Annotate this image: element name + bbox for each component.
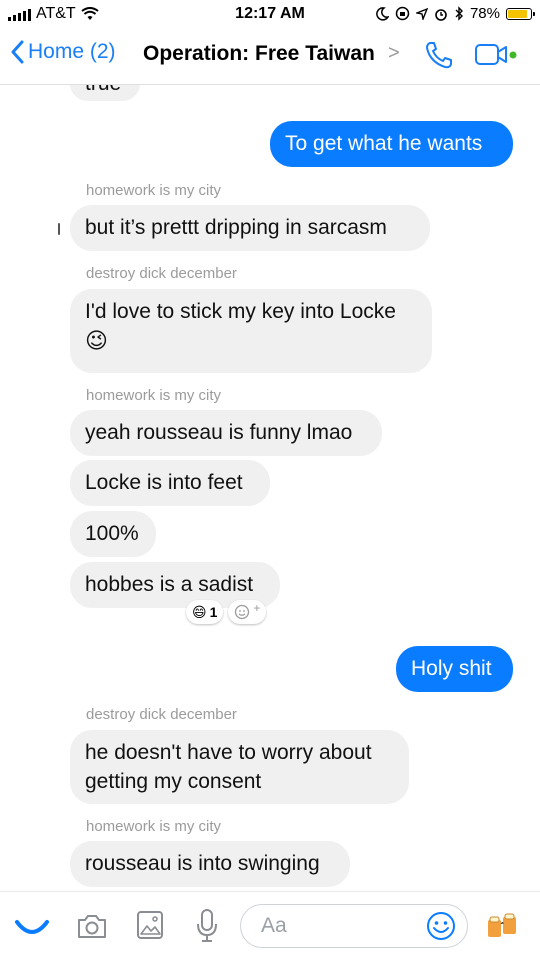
back-button[interactable]: Home (2): [10, 40, 116, 64]
emoji-icon[interactable]: [425, 910, 457, 942]
phone-icon[interactable]: [424, 40, 454, 70]
lock-rotation-icon: [395, 6, 410, 21]
message-text: To get what he wants: [285, 132, 483, 155]
sender-name: homework is my city: [86, 387, 222, 404]
sender-name: homework is my city: [86, 818, 222, 835]
add-reaction-button[interactable]: +: [228, 600, 267, 624]
plus-icon: +: [253, 601, 261, 615]
conversation-title[interactable]: Operation: Free Taiwan: [143, 42, 375, 66]
back-label: Home (2): [28, 40, 116, 63]
reaction-row: 😄 1 +: [186, 600, 267, 624]
status-bar: AT&T 12:17 AM 78%: [0, 0, 540, 28]
more-icon[interactable]: [14, 918, 50, 938]
message-list[interactable]: true To get what he wants homework is my…: [0, 85, 540, 891]
message-text-line: getting my consent: [85, 770, 262, 793]
message-bubble-outgoing[interactable]: Holy shit: [396, 646, 513, 692]
wink-emoji-icon: 😉: [85, 328, 108, 353]
chevron-right-icon[interactable]: >: [388, 42, 400, 65]
video-camera-icon[interactable]: [474, 42, 518, 68]
image-icon[interactable]: [136, 910, 164, 940]
message-text: I'd love to stick my key into Locke: [85, 300, 396, 323]
message-text: Locke is into feet: [85, 471, 243, 494]
laughing-emoji-icon: 😄: [192, 603, 207, 620]
battery-percent: 78%: [469, 5, 500, 22]
message-text: Holy shit: [411, 657, 492, 680]
message-input[interactable]: Aa: [240, 904, 468, 948]
message-bubble-incoming[interactable]: 100%: [70, 511, 156, 557]
message-input-placeholder: Aa: [261, 914, 287, 937]
message-bubble-incoming[interactable]: he doesn't have to worry about getting m…: [70, 730, 409, 804]
message-bubble-incoming[interactable]: yeah rousseau is funny lmao: [70, 410, 382, 456]
microphone-icon[interactable]: [194, 908, 220, 944]
message-text: 100%: [85, 522, 139, 545]
message-text: rousseau is into swinging: [85, 852, 320, 875]
alarm-icon: [435, 8, 447, 21]
message-text: true: [85, 85, 121, 95]
camera-icon[interactable]: [76, 912, 108, 940]
conversation-header: Home (2) Operation: Free Taiwan >: [0, 28, 540, 85]
message-text: hobbes is a sadist: [85, 573, 254, 596]
moon-icon: [376, 6, 389, 21]
bluetooth-icon: [455, 6, 463, 21]
message-bubble-incoming[interactable]: rousseau is into swinging: [70, 841, 350, 887]
message-bubble-incoming[interactable]: Locke is into feet: [70, 460, 270, 506]
chevron-left-icon: [11, 40, 24, 64]
battery-icon: [506, 7, 535, 20]
reaction-badge[interactable]: 😄 1: [186, 600, 224, 624]
sticker-icon[interactable]: [486, 912, 520, 942]
message-text: but it’s prettt dripping in sarcasm: [85, 216, 387, 239]
reaction-count: 1: [209, 604, 218, 620]
message-bubble-incoming[interactable]: I'd love to stick my key into Locke 😉: [70, 289, 432, 373]
message-text-line: he doesn't have to worry about: [85, 741, 372, 764]
composer-bar: Aa: [0, 891, 540, 961]
status-icons: 78%: [375, 5, 535, 22]
sender-name: homework is my city: [86, 182, 222, 199]
avatar: [58, 223, 60, 235]
message-text: yeah rousseau is funny lmao: [85, 421, 353, 444]
sender-name: destroy dick december: [86, 265, 237, 282]
message-bubble-outgoing[interactable]: To get what he wants: [270, 121, 513, 167]
smiley-outline-icon: [235, 604, 250, 620]
message-bubble-incoming[interactable]: but it’s prettt dripping in sarcasm: [70, 205, 430, 251]
location-icon: [415, 7, 428, 20]
message-bubble-partial[interactable]: true: [70, 85, 140, 101]
sender-name: destroy dick december: [86, 706, 237, 723]
